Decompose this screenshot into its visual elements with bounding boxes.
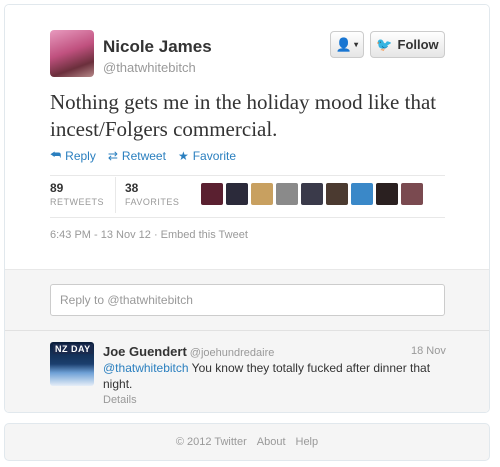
favoriter-avatar[interactable] <box>251 183 273 205</box>
copyright: © 2012 Twitter <box>175 436 247 448</box>
favorites-stat[interactable]: 38 FAVORITES <box>125 181 179 207</box>
favoriter-avatar[interactable] <box>301 183 323 205</box>
user-icon: 👤 <box>335 36 353 52</box>
favorites-label: FAVORITES <box>125 197 180 207</box>
favoriter-avatar[interactable] <box>201 183 223 205</box>
about-link[interactable]: About <box>257 436 286 448</box>
follow-button[interactable]: 🐦 Follow <box>370 31 445 58</box>
reply-mention[interactable]: @thatwhitebitch <box>103 361 189 375</box>
reply-input[interactable]: Reply to @thatwhitebitch <box>50 284 445 316</box>
avatar-badge: NZ DAY <box>53 344 93 354</box>
author-handle[interactable]: @thatwhitebitch <box>103 60 196 75</box>
tweet: Nicole James @thatwhitebitch 👤 ▾ 🐦 Follow… <box>5 5 489 269</box>
favoriter-avatar[interactable] <box>226 183 248 205</box>
tweet-meta: 6:43 PM - 13 Nov 12 · Embed this Tweet <box>50 229 248 241</box>
star-icon: ★ <box>177 148 189 163</box>
reply-action[interactable]: ⮪ Reply <box>50 148 96 163</box>
retweet-action[interactable]: ⇄ Retweet <box>108 148 166 163</box>
retweet-icon: ⇄ <box>107 148 118 163</box>
favorites-count: 38 <box>125 181 139 195</box>
reply-label: Reply <box>65 148 96 163</box>
embed-link[interactable]: Embed this Tweet <box>161 229 248 241</box>
user-actions-button[interactable]: 👤 ▾ <box>330 31 364 58</box>
caret-down-icon: ▾ <box>354 40 359 49</box>
author-avatar[interactable] <box>50 30 94 77</box>
retweet-label: Retweet <box>121 148 166 163</box>
favorite-action[interactable]: ★ Favorite <box>178 148 236 163</box>
retweets-label: RETWEETS <box>50 197 105 207</box>
divider <box>5 330 489 331</box>
divider <box>50 217 445 218</box>
tweet-card: Nicole James @thatwhitebitch 👤 ▾ 🐦 Follow… <box>4 4 490 413</box>
reply-date[interactable]: 18 Nov <box>411 345 446 357</box>
stat-divider <box>115 177 116 213</box>
reply-author-handle: @joehundredaire <box>189 347 275 359</box>
author-name[interactable]: Nicole James <box>103 37 212 57</box>
help-link[interactable]: Help <box>296 436 319 448</box>
reply-text: @thatwhitebitch You know they totally fu… <box>103 360 443 392</box>
reply-details-link[interactable]: Details <box>103 394 137 406</box>
reply-author-avatar[interactable]: NZ DAY <box>50 342 94 386</box>
footer: © 2012 Twitter About Help <box>4 423 490 461</box>
tweet-actions: ⮪ Reply ⇄ Retweet ★ Favorite <box>50 148 236 163</box>
reply-section: Reply to @thatwhitebitch NZ DAY Joe Guen… <box>5 269 489 412</box>
reply-author[interactable]: Joe Guendert @joehundredaire <box>103 344 274 359</box>
tweet-text: Nothing gets me in the holiday mood like… <box>50 90 437 141</box>
divider <box>50 175 445 176</box>
twitter-bird-icon: 🐦 <box>376 36 393 52</box>
favoriter-avatar[interactable] <box>276 183 298 205</box>
timestamp[interactable]: 6:43 PM - 13 Nov 12 <box>50 229 151 241</box>
favoriter-avatar[interactable] <box>326 183 348 205</box>
retweets-stat[interactable]: 89 RETWEETS <box>50 181 104 207</box>
favoriter-avatar[interactable] <box>401 183 423 205</box>
follow-label: Follow <box>397 37 439 52</box>
favoriter-avatar[interactable] <box>376 183 398 205</box>
favoriter-avatars <box>201 183 423 205</box>
retweets-count: 89 <box>50 181 64 195</box>
reply-icon: ⮪ <box>50 148 62 162</box>
favorite-label: Favorite <box>192 148 237 163</box>
reply-author-name: Joe Guendert <box>103 344 187 359</box>
favoriter-avatar[interactable] <box>351 183 373 205</box>
